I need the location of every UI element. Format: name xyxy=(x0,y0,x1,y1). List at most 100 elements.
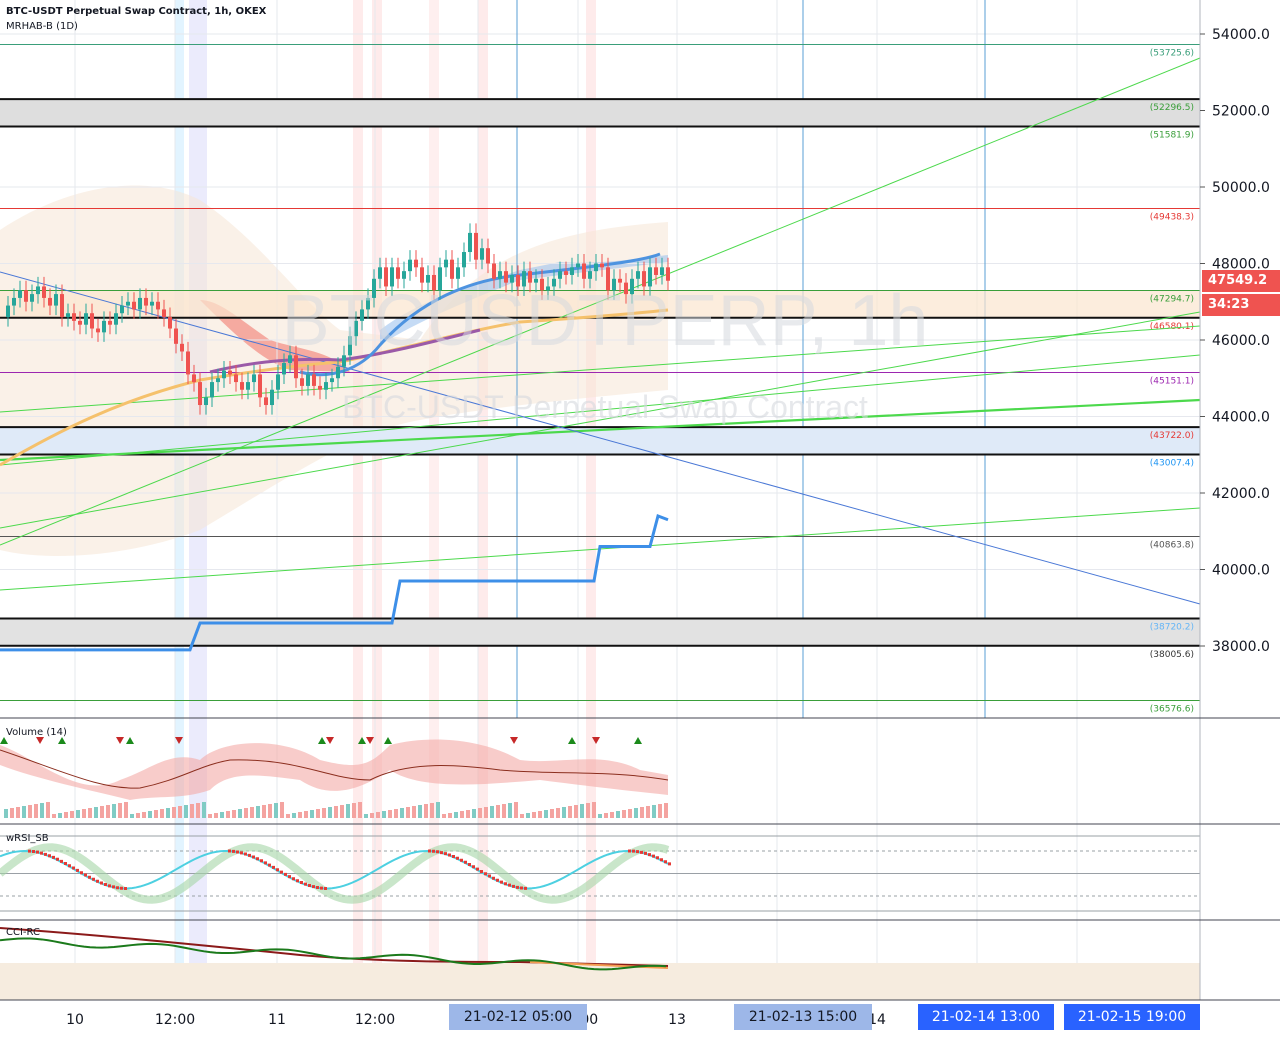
volume-bar xyxy=(394,809,398,818)
volume-bar xyxy=(208,814,212,818)
candle-body xyxy=(402,271,406,279)
volume-bar xyxy=(304,811,308,818)
volume-bar xyxy=(4,809,8,818)
candle-body xyxy=(600,263,604,268)
volume-bar xyxy=(268,804,272,818)
axis-tick-label: 52000.0 xyxy=(1212,104,1270,120)
chart-canvas[interactable]: (53725.6) (52296.5) (51581.9) (49438.3) (472… xyxy=(0,0,1280,1036)
candle-body xyxy=(588,271,592,279)
volume-bar xyxy=(250,807,254,818)
candle-body xyxy=(78,320,82,325)
candle-body xyxy=(210,382,214,398)
candle-body xyxy=(654,267,658,275)
level-label: (47294.7) xyxy=(1150,294,1194,304)
candle-body xyxy=(120,305,124,314)
candle-body xyxy=(24,290,28,302)
volume-bar xyxy=(550,809,554,818)
candle-body xyxy=(150,301,154,306)
volume-bar xyxy=(82,809,86,818)
candle-body xyxy=(246,382,250,390)
level-label: (38005.6) xyxy=(1150,650,1194,660)
volume-bar xyxy=(646,806,650,818)
volume-bar xyxy=(190,804,194,818)
candle-body xyxy=(198,382,202,406)
highlight-band xyxy=(353,0,363,1000)
candle-body xyxy=(462,252,466,268)
volume-bar xyxy=(376,812,380,818)
volume-bar xyxy=(514,802,518,818)
time-tick-label: 12:00 xyxy=(155,1012,195,1028)
time-badge-2[interactable]: 21-02-13 15:00 xyxy=(734,1004,872,1030)
candle-body xyxy=(132,301,136,310)
candle-body xyxy=(234,374,238,383)
volume-bar xyxy=(52,814,56,818)
axis-tick-label: 40000.0 xyxy=(1212,563,1270,579)
axis-tick-label: 46000.0 xyxy=(1212,333,1270,349)
time-badge-3[interactable]: 21-02-14 13:00 xyxy=(918,1004,1054,1030)
volume-bar xyxy=(178,806,182,818)
candle-body xyxy=(636,271,640,279)
chart-title: BTC-USDT Perpetual Swap Contract, 1h, OK… xyxy=(6,6,267,17)
volume-bar xyxy=(628,809,632,818)
volume-bar xyxy=(40,803,44,818)
candle-body xyxy=(108,320,112,325)
volume-bar xyxy=(244,808,248,818)
volume-bar xyxy=(448,813,452,818)
watermark-symbol: BTCUSDTPERP, 1h xyxy=(282,281,929,361)
volume-bar xyxy=(604,813,608,818)
signal-marker xyxy=(116,737,124,744)
candle-body xyxy=(222,370,226,379)
volume-bar xyxy=(238,809,242,818)
volume-bar xyxy=(382,811,386,818)
axis-tick-label: 44000.0 xyxy=(1212,410,1270,426)
axis-tick-label: 38000.0 xyxy=(1212,639,1270,655)
time-badge-4[interactable]: 21-02-15 19:00 xyxy=(1064,1004,1200,1030)
chart[interactable]: (53725.6) (52296.5) (51581.9) (49438.3) (472… xyxy=(0,0,1280,1036)
candle-body xyxy=(576,263,580,268)
time-tick-label: 13 xyxy=(668,1012,686,1028)
volume-bar xyxy=(124,802,128,818)
volume-bar xyxy=(316,809,320,818)
volume-bar xyxy=(34,804,38,818)
cci-title: CCI-RC xyxy=(6,927,40,938)
candle-body xyxy=(480,248,484,260)
candle-body xyxy=(498,271,502,279)
volume-bar xyxy=(634,808,638,818)
volume-bar xyxy=(142,812,146,818)
highlight-band xyxy=(586,0,596,1000)
volume-bar xyxy=(22,806,26,818)
candle-body xyxy=(468,232,472,253)
candle-body xyxy=(378,267,382,279)
time-badge-1[interactable]: 21-02-12 05:00 xyxy=(449,1004,587,1030)
volume-bar xyxy=(538,811,542,818)
highlight-band xyxy=(372,0,382,1000)
level-label: (53725.6) xyxy=(1150,48,1194,58)
candle-body xyxy=(162,309,166,318)
candle-body xyxy=(48,297,52,306)
candle-body xyxy=(264,397,268,406)
volume-bar xyxy=(202,802,206,818)
watermark-description: BTC-USDT Perpetual Swap Contract xyxy=(342,389,868,425)
volume-bar xyxy=(400,808,404,818)
candle-body xyxy=(330,378,334,383)
volume-bar xyxy=(430,803,434,818)
volume-bar xyxy=(640,807,644,818)
volume-bar xyxy=(412,806,416,818)
volume-bar xyxy=(664,803,668,818)
candle-body xyxy=(18,290,22,298)
candle-body xyxy=(6,305,10,318)
volume-bar xyxy=(154,810,158,818)
candle-body xyxy=(72,313,76,321)
volume-bar xyxy=(418,805,422,818)
candle-body xyxy=(276,374,280,390)
volume-bar xyxy=(292,813,296,818)
level-label: (40863.8) xyxy=(1150,540,1194,550)
volume-bar xyxy=(88,808,92,818)
candle-body xyxy=(66,313,70,318)
volume-bar xyxy=(502,804,506,818)
indicator-label: MRHAB-B (1D) xyxy=(6,21,78,32)
candle-body xyxy=(258,374,262,398)
volume-bar xyxy=(10,808,14,818)
volume-pane: 1M0 xyxy=(0,737,1233,826)
volume-bar xyxy=(160,809,164,818)
